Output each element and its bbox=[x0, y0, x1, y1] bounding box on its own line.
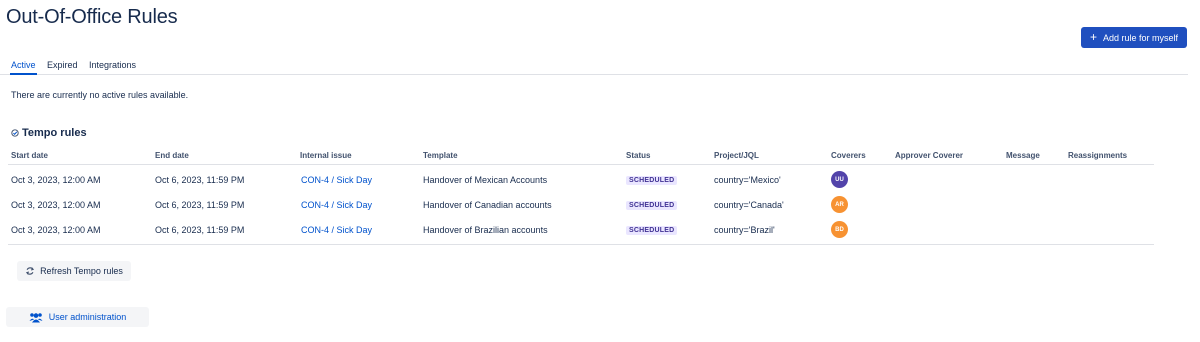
end-date-cell: Oct 6, 2023, 11:59 PM bbox=[155, 175, 245, 185]
check-circle-icon bbox=[11, 129, 19, 137]
col-template[interactable]: Template bbox=[423, 151, 458, 160]
start-date-cell: Oct 3, 2023, 12:00 AM bbox=[11, 175, 101, 185]
col-project-jql[interactable]: Project/JQL bbox=[714, 151, 759, 160]
refresh-tempo-rules-button[interactable]: Refresh Tempo rules bbox=[17, 261, 131, 281]
coverer-avatar[interactable]: BD bbox=[831, 221, 848, 238]
col-coverers[interactable]: Coverers bbox=[831, 151, 866, 160]
end-date-cell: Oct 6, 2023, 11:59 PM bbox=[155, 225, 245, 235]
tab-expired[interactable]: Expired bbox=[47, 60, 78, 70]
refresh-icon bbox=[26, 267, 35, 275]
table-bottom-divider bbox=[8, 244, 1154, 245]
table-row: Oct 3, 2023, 12:00 AM Oct 6, 2023, 11:59… bbox=[0, 218, 1155, 243]
col-status[interactable]: Status bbox=[626, 151, 650, 160]
coverer-avatar[interactable]: AR bbox=[831, 196, 848, 213]
coverer-avatar[interactable]: UU bbox=[831, 171, 848, 188]
add-rule-button[interactable]: + Add rule for myself bbox=[1081, 27, 1187, 48]
start-date-cell: Oct 3, 2023, 12:00 AM bbox=[11, 225, 101, 235]
page-title: Out-Of-Office Rules bbox=[6, 6, 178, 28]
internal-issue-link[interactable]: CON-4 / Sick Day bbox=[301, 175, 372, 185]
col-end-date[interactable]: End date bbox=[155, 151, 189, 160]
col-approver-coverer[interactable]: Approver Coverer bbox=[895, 151, 963, 160]
col-start-date[interactable]: Start date bbox=[11, 151, 48, 160]
tab-active[interactable]: Active bbox=[10, 60, 37, 75]
status-badge: SCHEDULED bbox=[626, 201, 678, 210]
internal-issue-link[interactable]: CON-4 / Sick Day bbox=[301, 200, 372, 210]
user-administration-label: User administration bbox=[48, 312, 127, 322]
start-date-cell: Oct 3, 2023, 12:00 AM bbox=[11, 200, 101, 210]
add-rule-label: Add rule for myself bbox=[1102, 32, 1179, 43]
header-divider bbox=[8, 164, 1154, 165]
plus-icon: + bbox=[1089, 30, 1097, 44]
template-cell: Handover of Brazilian accounts bbox=[423, 225, 548, 235]
user-administration-button[interactable]: User administration bbox=[6, 307, 149, 327]
users-icon bbox=[29, 312, 43, 322]
empty-state-message: There are currently no active rules avai… bbox=[11, 90, 189, 100]
jql-cell: country='Brazil' bbox=[714, 225, 775, 235]
tab-integrations[interactable]: Integrations bbox=[89, 60, 136, 70]
tab-bar: Active Expired Integrations bbox=[0, 56, 1188, 75]
status-badge: SCHEDULED bbox=[626, 226, 678, 235]
jql-cell: country='Canada' bbox=[714, 200, 784, 210]
status-badge: SCHEDULED bbox=[626, 176, 678, 185]
table-row: Oct 3, 2023, 12:00 AM Oct 6, 2023, 11:59… bbox=[0, 168, 1155, 193]
template-cell: Handover of Canadian accounts bbox=[423, 200, 552, 210]
tempo-rules-heading: Tempo rules bbox=[11, 127, 87, 139]
table-row: Oct 3, 2023, 12:00 AM Oct 6, 2023, 11:59… bbox=[0, 193, 1155, 218]
refresh-label: Refresh Tempo rules bbox=[40, 266, 123, 276]
col-message[interactable]: Message bbox=[1006, 151, 1040, 160]
col-reassignments[interactable]: Reassignments bbox=[1068, 151, 1127, 160]
end-date-cell: Oct 6, 2023, 11:59 PM bbox=[155, 200, 245, 210]
jql-cell: country='Mexico' bbox=[714, 175, 781, 185]
template-cell: Handover of Mexican Accounts bbox=[423, 175, 548, 185]
tempo-rules-title: Tempo rules bbox=[22, 127, 87, 139]
internal-issue-link[interactable]: CON-4 / Sick Day bbox=[301, 225, 372, 235]
col-internal-issue[interactable]: Internal issue bbox=[300, 151, 352, 160]
